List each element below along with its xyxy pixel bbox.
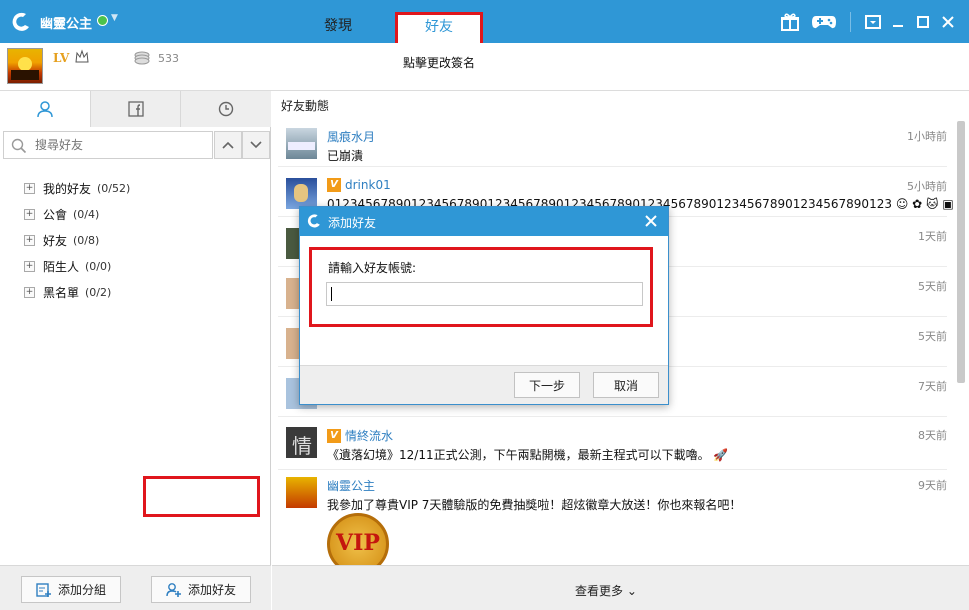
chevron-down-icon [250,141,262,149]
group-blacklist[interactable]: + 黑名單 (0/2) [24,283,111,301]
friend-name[interactable]: 幽靈公主 [327,477,375,494]
dialog-header[interactable]: 添加好友 [300,207,668,236]
feed-text: 我參加了尊貴VIP 7天體驗版的免費抽獎啦！超炫徽章大放送！你也來報名吧！ [327,498,742,512]
feed-footer: 查看更多 ⌄ [272,565,969,610]
avatar[interactable] [7,48,43,84]
vip-badge-icon: V [327,178,341,192]
group-friends[interactable]: + 好友 (0/8) [24,231,99,249]
feed-time: 5天前 [918,280,947,293]
facebook-icon [127,101,144,117]
group-my-friends[interactable]: + 我的好友 (0/52) [24,179,130,197]
group-strangers[interactable]: + 陌生人 (0/0) [24,257,111,275]
expand-icon[interactable]: + [24,182,35,194]
username[interactable]: 幽靈公主 [40,13,92,32]
view-more-link[interactable]: 查看更多 ⌄ [575,582,637,599]
gift-icon[interactable] [779,11,801,33]
friend-avatar[interactable] [286,128,317,159]
friends-sidebar: +我的好友(0/52) +公會(0/4) +好友(0/8) +陌生人(0/0) … [0,91,272,610]
expand-icon[interactable]: + [24,286,35,298]
title-bar: 幽靈公主 ▼ 發現 好友 [0,0,969,43]
friend-name[interactable]: 風痕水月 [327,128,375,145]
feed-text: 已崩潰 [327,149,364,163]
add-person-icon [166,582,181,597]
group-guild[interactable]: + 公會 (0/4) [24,205,99,223]
tab-friends-list[interactable] [0,91,90,127]
cancel-button[interactable]: 取消 [593,372,659,398]
app-logo-icon [307,214,320,228]
friend-avatar[interactable]: 情 [286,427,317,458]
maximize-icon[interactable] [912,11,934,33]
friend-search-box[interactable] [3,131,213,159]
profile-bar: LV 533 點擊更改簽名 [0,43,969,91]
search-icon [11,138,27,154]
feed-item[interactable]: 風痕水月 已崩潰 1小時前 [278,121,947,167]
minimize-icon[interactable] [887,11,909,33]
level-crown-icon [75,49,89,63]
tab-recent[interactable] [180,91,272,127]
tab-friends[interactable]: 好友 [395,12,483,43]
person-icon [37,101,53,118]
tab-discover[interactable]: 發現 [295,12,381,43]
dropdown-menu-icon[interactable] [862,11,884,33]
gamepad-icon[interactable] [811,11,837,33]
expand-icon[interactable]: + [24,234,35,246]
sidebar-tabs [0,91,272,127]
friend-avatar[interactable] [286,178,317,209]
online-status-icon[interactable] [97,15,108,26]
feed-item[interactable]: 情 V 情終流水 《遺落幻境》12/11正式公測，下午兩點開機，最新主程式可以下載… [278,420,947,470]
search-input[interactable] [35,136,205,154]
rocket-icon: 🚀 [713,448,729,462]
feed-time: 9天前 [918,479,947,492]
dialog-footer: 下一步 取消 [300,365,668,404]
sidebar-footer: 添加分組 添加好友 [0,565,271,610]
feed-time: 5小時前 [907,180,947,193]
status-dropdown-icon[interactable]: ▼ [111,13,118,23]
level-label: LV [53,51,70,65]
add-group-button[interactable]: 添加分組 [21,576,121,603]
coin-stack-icon [134,51,150,65]
titlebar-divider [850,12,851,32]
add-group-icon [36,582,51,597]
app-logo-icon [12,12,29,31]
next-button[interactable]: 下一步 [514,372,580,398]
vip-badge-icon: V [327,428,341,443]
friend-name[interactable]: V 情終流水 [327,427,393,444]
feed-time: 8天前 [918,429,947,442]
add-friend-button[interactable]: 添加好友 [151,576,251,603]
coin-count: 533 [158,52,179,65]
expand-icon[interactable]: + [24,260,35,272]
scroll-up-button[interactable] [214,131,242,159]
feed-time: 5天前 [918,330,947,343]
dialog-close-icon[interactable] [642,212,660,230]
expand-icon[interactable]: + [24,208,35,220]
feed-time: 1小時前 [907,130,947,143]
feed-title: 好友動態 [281,99,330,113]
double-chevron-down-icon: ⌄ [626,584,637,598]
signature-prompt[interactable]: 點擊更改簽名 [403,54,475,71]
add-friend-dialog: 添加好友 請輸入好友帳號: 下一步 取消 [299,206,669,405]
chevron-up-icon [222,141,234,149]
feed-text: 《遺落幻境》12/11正式公測，下午兩點開機，最新主程式可以下載嚕。 🚀 [327,448,729,462]
highlight-add-friend [143,476,260,517]
feed-scrollbar[interactable] [957,121,965,383]
scroll-down-button[interactable] [242,131,270,159]
feed-time: 1天前 [918,230,947,243]
dialog-title: 添加好友 [328,216,377,230]
feed-time: 7天前 [918,380,947,393]
tab-facebook[interactable] [89,91,181,127]
close-icon[interactable] [937,11,959,33]
emoji-icons: ☺ ✿ 🐱 ▣ [895,197,954,211]
friend-avatar[interactable] [286,477,317,508]
highlight-input-area [309,247,653,327]
friend-name[interactable]: Vdrink01 [327,178,391,192]
clock-icon [218,101,234,117]
